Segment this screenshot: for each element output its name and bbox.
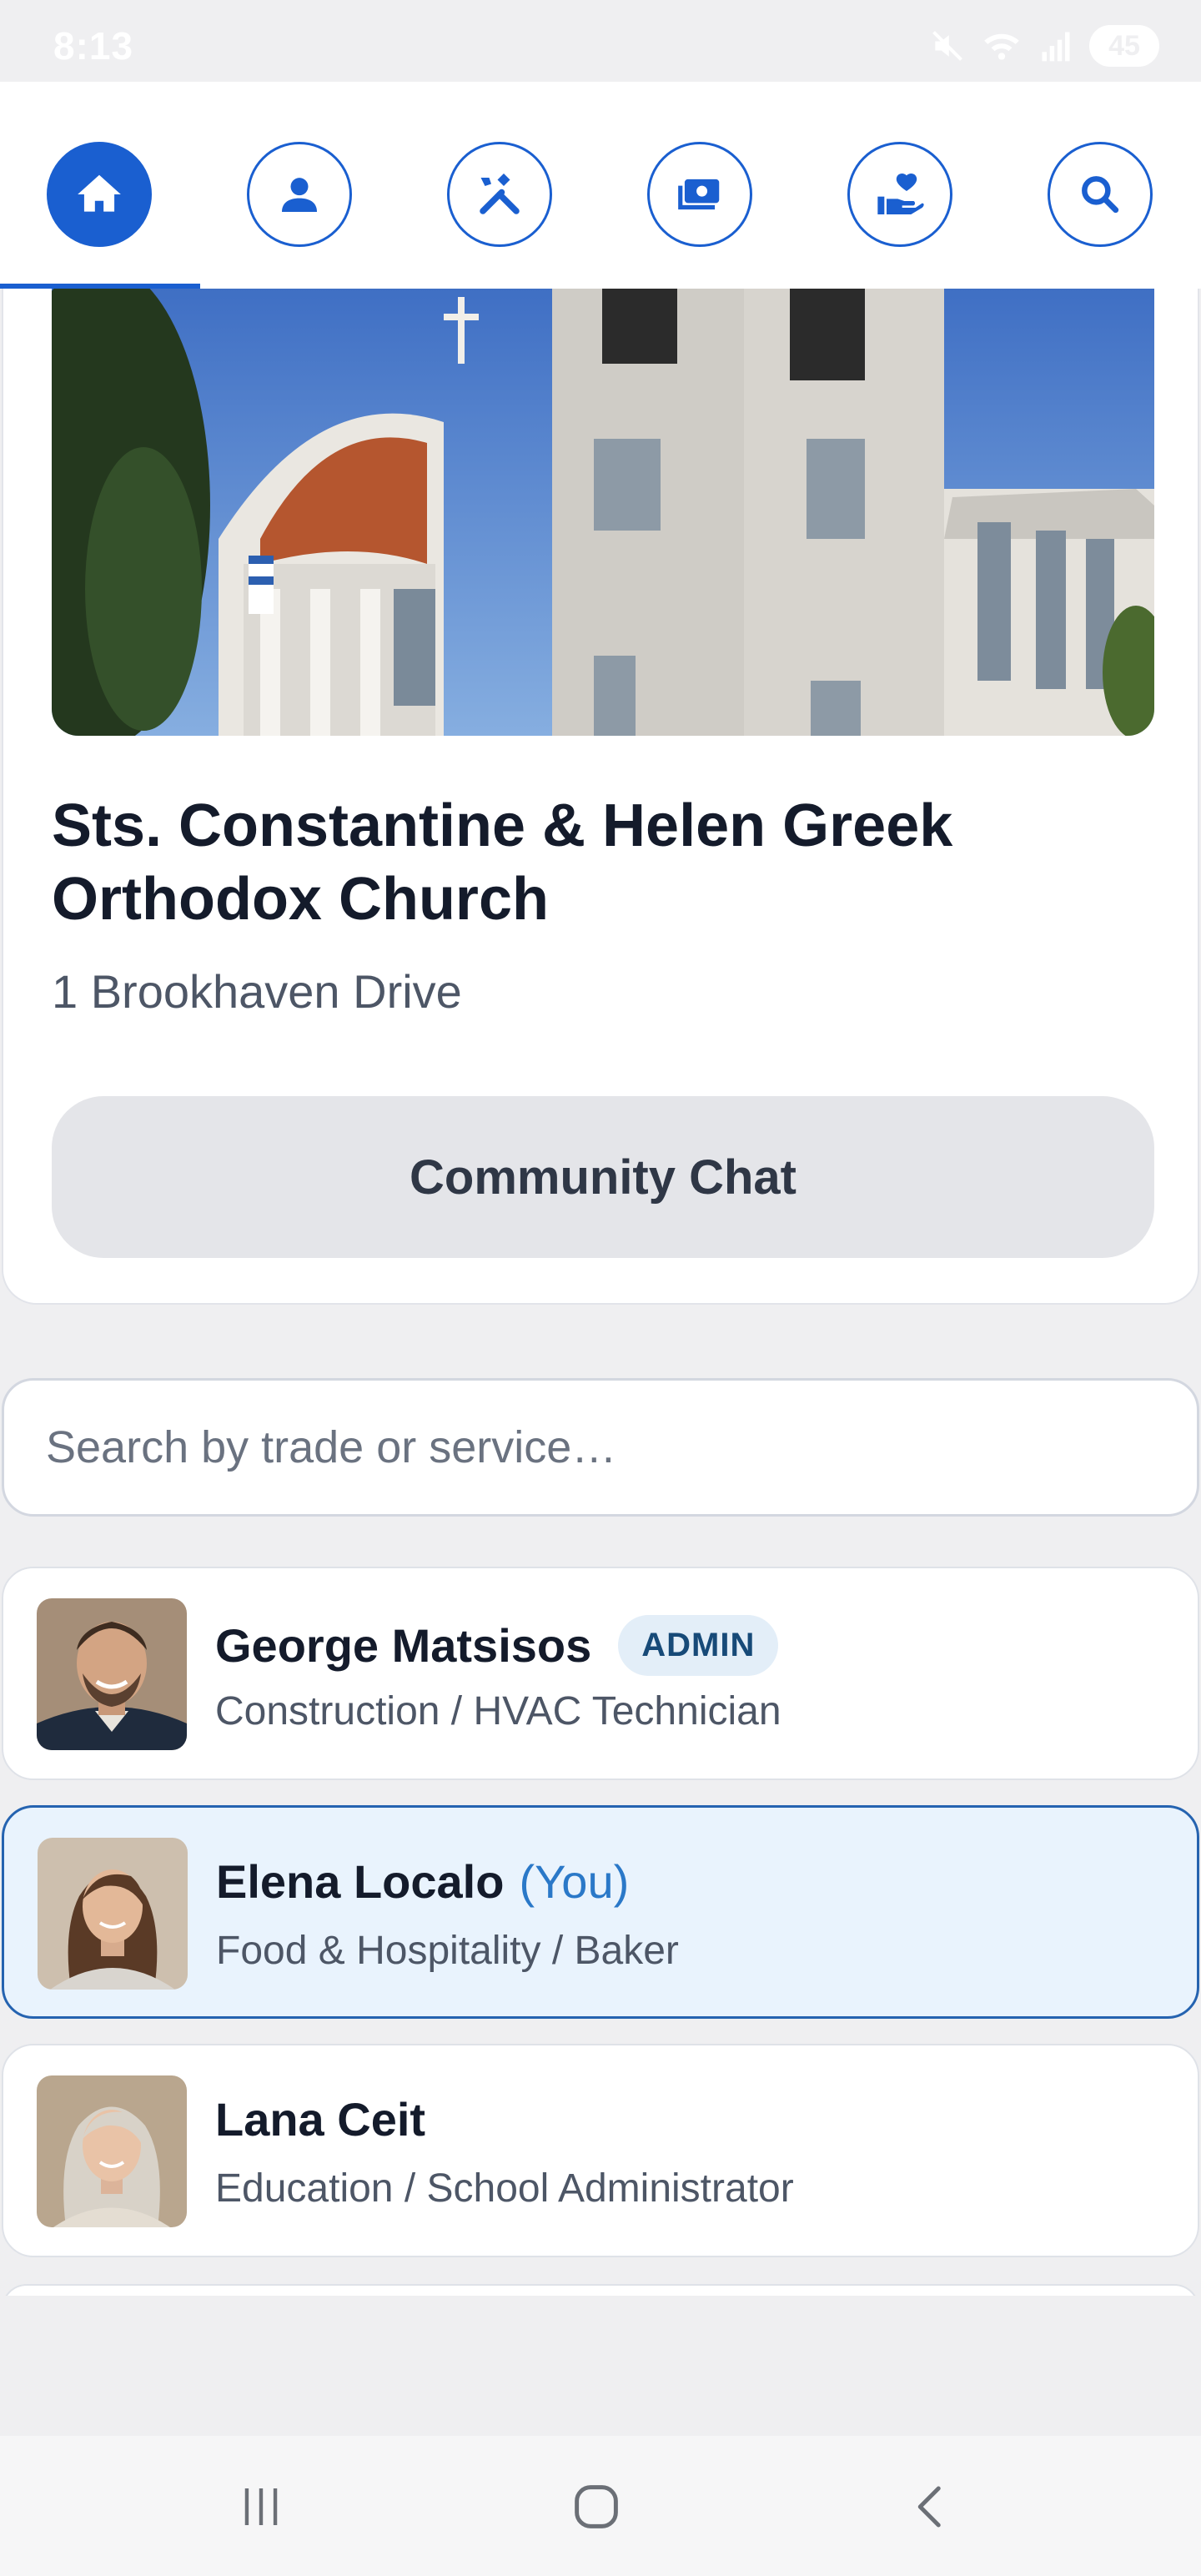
recent-apps-icon <box>244 2488 278 2525</box>
member-card[interactable]: Lana Ceit Education / School Administrat… <box>2 2044 1199 2257</box>
member-role: Education / School Administrator <box>215 2166 794 2211</box>
search-icon <box>1082 176 1119 214</box>
member-name: George Matsisos <box>215 1619 592 1672</box>
nav-services-button[interactable] <box>447 142 552 247</box>
status-icons: 45 <box>929 25 1159 67</box>
member-card[interactable]: George Matsisos ADMIN Construction / HVA… <box>2 1567 1199 1780</box>
avatar <box>37 2075 187 2227</box>
member-name-row: Lana Ceit <box>215 2092 425 2146</box>
charity-icon <box>877 174 924 214</box>
person-icon <box>282 178 317 212</box>
nav-payments-button[interactable] <box>647 142 752 247</box>
home-icon <box>78 174 121 212</box>
church-address: 1 Brookhaven Drive <box>52 965 462 1018</box>
status-time: 8:13 <box>53 24 134 68</box>
money-icon <box>678 179 720 210</box>
avatar <box>37 1598 187 1750</box>
nav-search-button[interactable] <box>1048 142 1153 247</box>
church-photo <box>52 289 1154 736</box>
church-card: Sts. Constantine & Helen Greek Orthodox … <box>2 289 1199 1305</box>
nav-profile-button[interactable] <box>247 142 352 247</box>
home-system-button[interactable] <box>569 2479 624 2538</box>
member-role: Construction / HVAC Technician <box>215 1689 781 1733</box>
member-name: Elena Localo <box>216 1855 505 1908</box>
admin-badge: ADMIN <box>618 1615 779 1676</box>
avatar <box>38 1838 188 1990</box>
signal-icon <box>1042 32 1070 62</box>
member-card-current-user[interactable]: Elena Localo (You) Food & Hospitality / … <box>2 1805 1199 2019</box>
list-bottom-area <box>0 2296 1201 2436</box>
nav-home-button[interactable] <box>47 142 152 247</box>
member-role: Food & Hospitality / Baker <box>216 1929 679 1973</box>
home-outline-icon <box>575 2485 618 2528</box>
church-name: Sts. Constantine & Helen Greek Orthodox … <box>52 792 953 933</box>
nav-donations-button[interactable] <box>847 142 952 247</box>
mute-icon <box>932 31 962 61</box>
member-name-row: Elena Localo (You) <box>216 1854 629 1909</box>
system-nav-bar <box>0 2436 1201 2576</box>
tools-icon <box>480 174 520 214</box>
back-chevron-icon <box>917 2486 941 2528</box>
back-button[interactable] <box>904 2479 959 2538</box>
battery-indicator: 45 <box>1089 25 1159 67</box>
trade-search-input[interactable] <box>2 1378 1199 1517</box>
member-name: Lana Ceit <box>215 2093 426 2146</box>
you-tag: (You) <box>519 1855 630 1908</box>
wifi-icon <box>984 33 1019 60</box>
top-nav <box>0 82 1201 289</box>
status-bar: 8:13 45 <box>0 0 1201 82</box>
member-name-row: George Matsisos ADMIN <box>215 1615 779 1676</box>
community-chat-button[interactable]: Community Chat <box>52 1096 1154 1258</box>
recent-apps-button[interactable] <box>234 2479 289 2538</box>
